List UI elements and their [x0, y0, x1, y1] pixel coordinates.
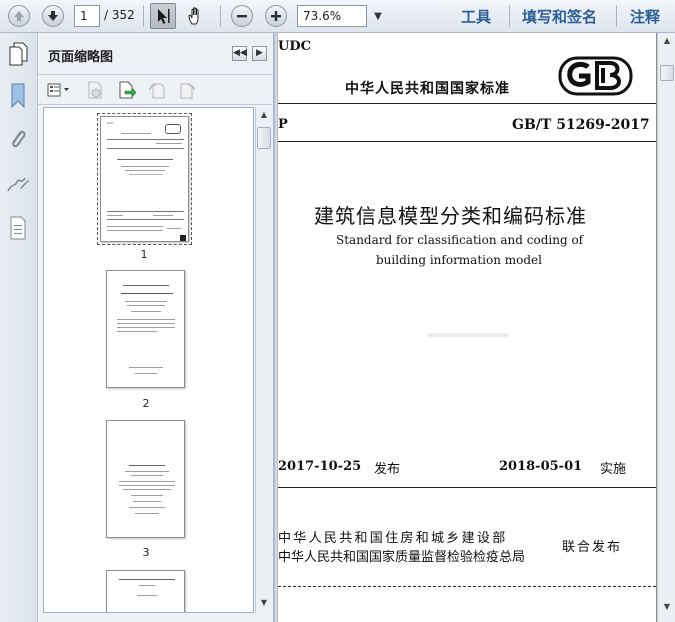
- p-mark: P: [278, 117, 288, 132]
- comment-menu[interactable]: 注释: [630, 6, 660, 27]
- fill-sign-menu[interactable]: 填写和签名: [522, 6, 597, 27]
- issuer-line-2: 中华人民共和国国家质量监督检验检疫总局: [278, 550, 526, 565]
- scrollbar-thumb[interactable]: [257, 127, 271, 149]
- thumbnail-page-2[interactable]: [106, 270, 185, 388]
- extract-page-icon: [119, 81, 137, 99]
- panel-title: 页面缩略图: [48, 50, 114, 65]
- scroll-up-icon[interactable]: ▲: [256, 107, 272, 123]
- zoom-level-input[interactable]: 73.6%: [297, 5, 367, 27]
- scroll-down-icon[interactable]: ▼: [256, 595, 272, 611]
- pages-icon: [9, 42, 28, 66]
- number-rule: [278, 141, 656, 142]
- toolbar-divider: [509, 5, 510, 27]
- signatures-button[interactable]: [6, 171, 30, 197]
- toolbar-divider: [143, 5, 144, 27]
- main-toolbar: 1 / 352 73.6% ▼ 工具 填写和签名 注释: [0, 0, 675, 33]
- zoom-out-button[interactable]: [229, 3, 255, 29]
- toolbar-divider: [616, 5, 617, 27]
- rotate-left-button[interactable]: [146, 80, 168, 100]
- minus-icon: [231, 5, 253, 27]
- page-thumbnails-button[interactable]: [6, 41, 30, 67]
- select-tool-button[interactable]: [150, 3, 176, 29]
- arrow-up-icon: [8, 5, 30, 27]
- thumbnail-scrollbar[interactable]: ▲ ▼: [255, 107, 272, 613]
- implement-label: 实施: [600, 462, 627, 477]
- thumbnail-page-3[interactable]: [106, 420, 185, 538]
- thumbnail-label: 1: [140, 248, 148, 261]
- thumbnail-label: 3: [142, 546, 150, 559]
- arrow-down-icon: [42, 5, 64, 27]
- delete-page-icon: [88, 81, 102, 99]
- page-break-line: [278, 586, 656, 587]
- chevron-right-icon: ▶: [256, 48, 263, 58]
- thumbnail-page-1[interactable]: UDC: [97, 113, 192, 245]
- paperclip-icon: [12, 130, 26, 148]
- navigation-rail: [0, 33, 38, 622]
- rotate-right-button[interactable]: [176, 80, 198, 100]
- delete-page-button[interactable]: [84, 80, 106, 100]
- issuer-line-1: 中华人民共和国住房和城乡建设部: [278, 531, 508, 546]
- scrollbar-thumb[interactable]: [660, 65, 674, 81]
- implement-date: 2018-05-01: [499, 459, 583, 474]
- udc-label: UDC: [278, 39, 311, 54]
- thumbnail-list: UDC 1 2 3: [43, 107, 254, 613]
- bookmarks-button[interactable]: [6, 83, 30, 109]
- thumbnail-options-button[interactable]: [46, 80, 72, 100]
- issue-date: 2017-10-25: [278, 459, 362, 474]
- document-title-cn: 建筑信息模型分类和编码标准: [314, 204, 587, 228]
- cursor-icon: [158, 9, 170, 24]
- collapse-panel-button[interactable]: ◀◀: [232, 46, 247, 61]
- toolbar-divider: [220, 5, 221, 27]
- joint-issue-label: 联合发布: [562, 540, 623, 555]
- zoom-dropdown-button[interactable]: ▼: [368, 5, 388, 27]
- document-icon: [10, 216, 26, 240]
- page-total-label: / 352: [104, 8, 135, 22]
- issue-label: 发布: [374, 462, 401, 477]
- panel-header: 页面缩略图 ◀◀ ▶: [38, 33, 274, 75]
- rotate-left-icon: [149, 83, 165, 99]
- document-title-en-line1: Standard for classification and coding o…: [336, 233, 584, 247]
- standard-number: GB/T 51269-2017: [512, 117, 650, 133]
- thumbnail-page-4[interactable]: [106, 570, 185, 612]
- rotate-right-icon: [180, 83, 195, 99]
- scroll-down-icon[interactable]: ▼: [659, 599, 675, 615]
- previous-page-button[interactable]: [6, 3, 32, 29]
- signature-icon: [7, 177, 29, 192]
- chevron-down-icon: ▼: [374, 10, 382, 22]
- thumbnail-label: 2: [142, 397, 150, 410]
- hand-icon: [188, 7, 199, 25]
- document-title-en-line2: building information model: [376, 253, 542, 267]
- thumbnails-panel: 页面缩略图 ◀◀ ▶ UDC 1 2 3 ▲ ▼: [38, 33, 274, 622]
- national-standard-heading: 中华人民共和国国家标准: [345, 81, 510, 97]
- document-properties-button[interactable]: [6, 215, 30, 241]
- panel-options-button[interactable]: ▶: [252, 46, 267, 61]
- watermark-strip: [428, 333, 508, 337]
- extract-page-button[interactable]: [116, 80, 138, 100]
- panel-toolbar: [38, 75, 274, 105]
- date-rule: [278, 487, 656, 488]
- tools-menu[interactable]: 工具: [461, 6, 491, 27]
- zoom-in-button[interactable]: [263, 3, 289, 29]
- plus-icon: [265, 5, 287, 27]
- document-page: UDC 中华人民共和国国家标准 P GB/T 51269-2017 建筑信息模型…: [278, 33, 656, 622]
- bookmark-icon: [11, 83, 25, 109]
- hand-tool-button[interactable]: [183, 3, 209, 29]
- gb-logo-icon: [558, 56, 633, 96]
- scroll-up-icon[interactable]: ▲: [659, 33, 675, 49]
- page-number-input[interactable]: 1: [74, 5, 100, 27]
- document-scrollbar[interactable]: ▲ ▼: [657, 33, 675, 622]
- header-rule: [278, 103, 656, 104]
- list-options-icon: [47, 83, 69, 97]
- double-chevron-left-icon: ◀◀: [233, 48, 247, 58]
- attachments-button[interactable]: [6, 127, 30, 153]
- next-page-button[interactable]: [40, 3, 66, 29]
